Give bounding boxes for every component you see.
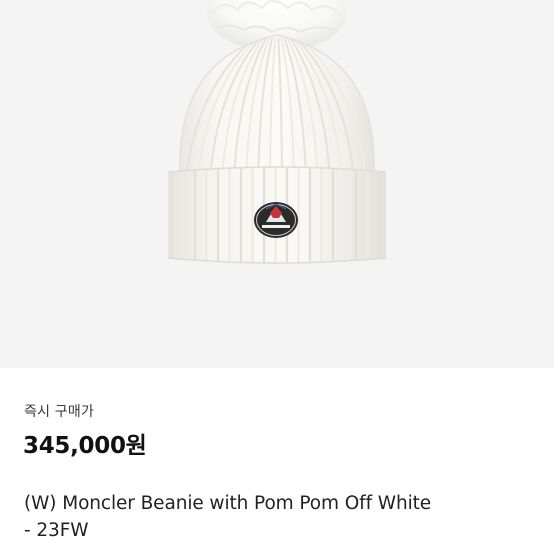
product-image[interactable] xyxy=(0,0,554,368)
product-title-line-2: - 23FW xyxy=(24,520,89,541)
product-detail-page: 즉시 구매가 345,000원 (W) Moncler Beanie with … xyxy=(0,0,554,554)
hat-body xyxy=(179,34,375,179)
product-title[interactable]: (W) Moncler Beanie with Pom Pom Off Whit… xyxy=(24,490,534,544)
truncated-text-row xyxy=(24,549,324,554)
product-info-panel: 즉시 구매가 345,000원 (W) Moncler Beanie with … xyxy=(0,368,554,554)
beanie-product-photo xyxy=(167,0,387,264)
moncler-logo-patch-icon xyxy=(254,202,298,238)
instant-buy-price: 345,000원 xyxy=(23,433,147,459)
product-title-line-1: (W) Moncler Beanie with Pom Pom Off Whit… xyxy=(24,493,432,514)
instant-buy-price-label: 즉시 구매가 xyxy=(24,404,95,420)
